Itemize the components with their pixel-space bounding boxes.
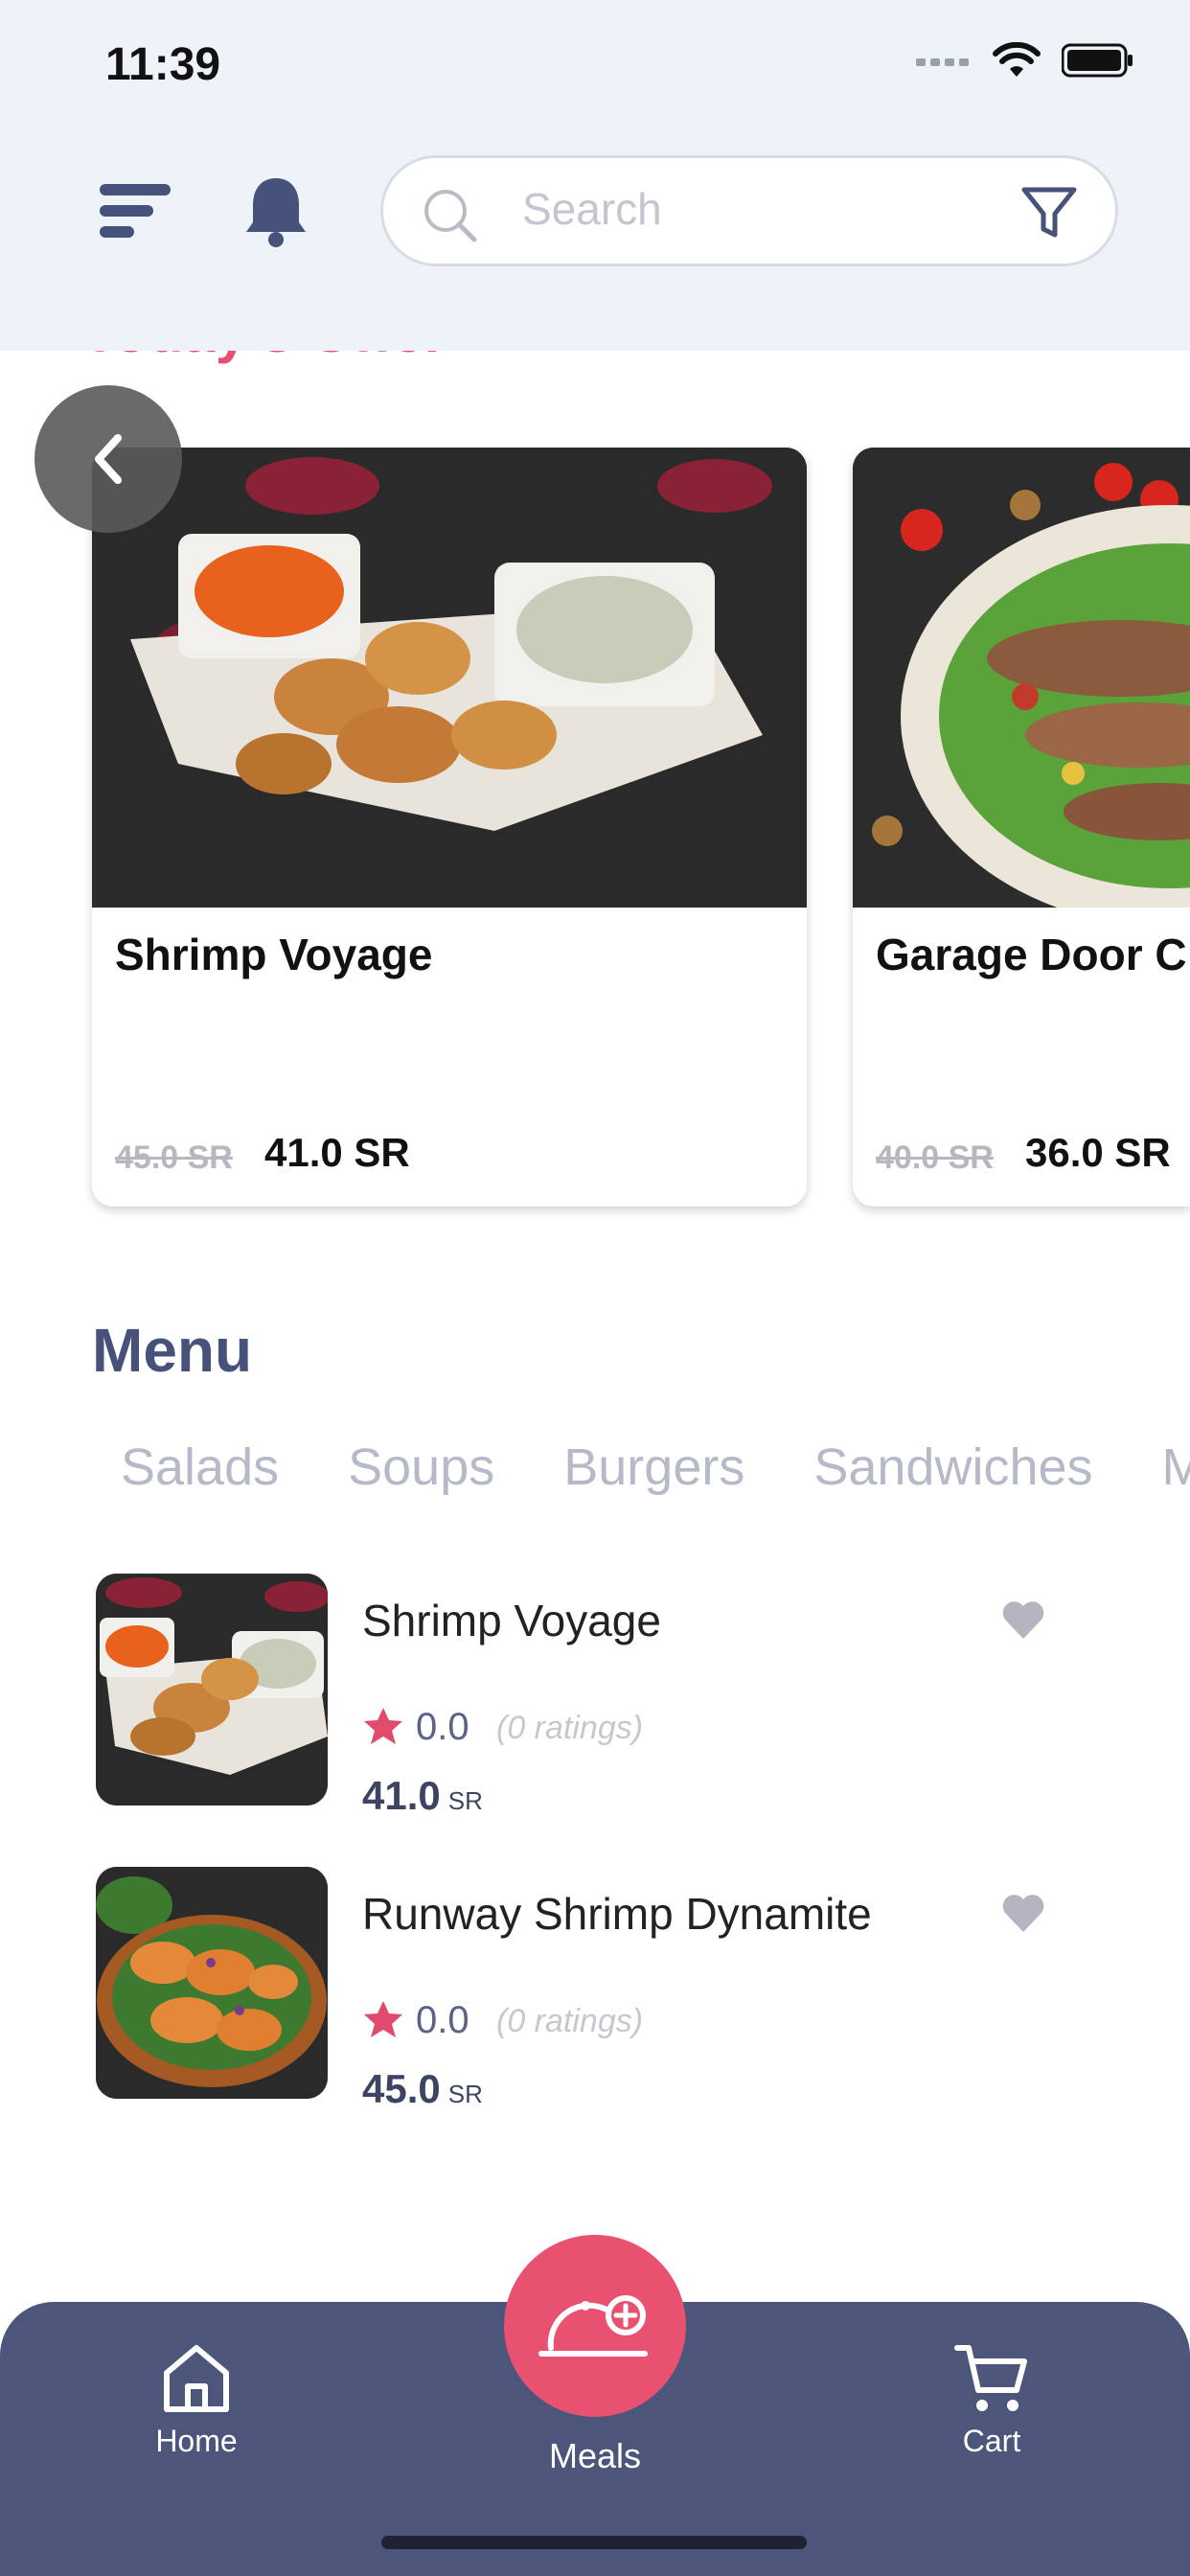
nav-home[interactable]: Home (144, 2342, 249, 2459)
tab-burgers[interactable]: Burgers (563, 1438, 744, 1497)
app-header: 11:39 Search (0, 0, 1190, 351)
heart-icon[interactable] (1000, 1892, 1046, 1934)
meals-button[interactable] (504, 2235, 686, 2417)
nav-home-label: Home (155, 2424, 238, 2458)
star-icon (364, 1708, 402, 1744)
heart-icon[interactable] (1000, 1598, 1046, 1641)
wifi-icon (993, 42, 1041, 77)
tab-salads[interactable]: Salads (121, 1438, 279, 1497)
star-icon (364, 2001, 402, 2037)
offer-old-price: 45.0 SR (115, 1139, 233, 1176)
item-currency: SR (447, 1786, 483, 1815)
nav-meals-label: Meals (548, 2436, 642, 2475)
item-name: Shrimp Voyage (362, 1596, 661, 1645)
item-price-value: 41.0 (362, 1773, 441, 1818)
menu-item[interactable]: Runway Shrimp Dynamite 0.0 (0 ratings) 4… (96, 1867, 1150, 2111)
item-price-value: 45.0 (362, 2066, 441, 2111)
offer-name: Garage Door C (876, 930, 1187, 979)
offer-name: Shrimp Voyage (115, 930, 433, 979)
offer-new-price: 41.0 SR (264, 1130, 410, 1175)
status-time: 11:39 (105, 39, 221, 90)
offer-old-price: 40.0 SR (876, 1139, 994, 1176)
item-rating: 0.0 (416, 1706, 469, 1748)
offer-card[interactable]: Shrimp Voyage 45.0 SR 41.0 SR (92, 448, 807, 1207)
signal-icon (916, 58, 969, 66)
menu-icon[interactable] (100, 182, 172, 242)
item-thumbnail (96, 1574, 328, 1806)
status-icons (916, 42, 1134, 79)
home-icon (164, 2345, 229, 2412)
menu-title: Menu (92, 1316, 253, 1385)
tab-sandwiches[interactable]: Sandwiches (813, 1438, 1092, 1497)
tab-more[interactable]: M (1162, 1438, 1190, 1497)
search-placeholder: Search (522, 184, 662, 234)
search-input[interactable]: Search (380, 155, 1118, 266)
item-ratings-count: (0 ratings) (496, 2003, 644, 2039)
offer-card[interactable]: Garage Door C 40.0 SR 36.0 SR (853, 448, 1190, 1207)
carousel-back-button[interactable] (34, 385, 182, 533)
item-currency: SR (447, 2080, 483, 2108)
tab-soups[interactable]: Soups (348, 1438, 494, 1497)
offer-image-salad (853, 448, 1190, 908)
nav-cart-label: Cart (962, 2424, 1021, 2458)
item-name: Runway Shrimp Dynamite (362, 1889, 872, 1939)
cart-icon (954, 2345, 1027, 2411)
home-indicator (381, 2536, 807, 2549)
offer-image-shrimp (92, 448, 807, 908)
offer-new-price: 36.0 SR (1025, 1130, 1171, 1175)
item-thumbnail (96, 1867, 328, 2099)
nav-cart[interactable]: Cart (939, 2342, 1044, 2459)
category-tabs: Salads Soups Burgers Sandwiches M (121, 1438, 1190, 1497)
search-icon (424, 190, 477, 242)
item-ratings-count: (0 ratings) (496, 1710, 644, 1746)
chevron-left-icon (95, 434, 122, 484)
filter-icon[interactable] (1021, 187, 1077, 241)
bell-icon[interactable] (243, 172, 309, 249)
item-price: 45.0 SR (362, 2066, 483, 2112)
cloche-plus-icon (538, 2295, 648, 2357)
item-rating: 0.0 (416, 1999, 469, 2041)
menu-item[interactable]: Shrimp Voyage 0.0 (0 ratings) 41.0 SR (96, 1574, 1150, 1818)
battery-icon (1062, 43, 1133, 78)
item-price: 41.0 SR (362, 1773, 483, 1819)
